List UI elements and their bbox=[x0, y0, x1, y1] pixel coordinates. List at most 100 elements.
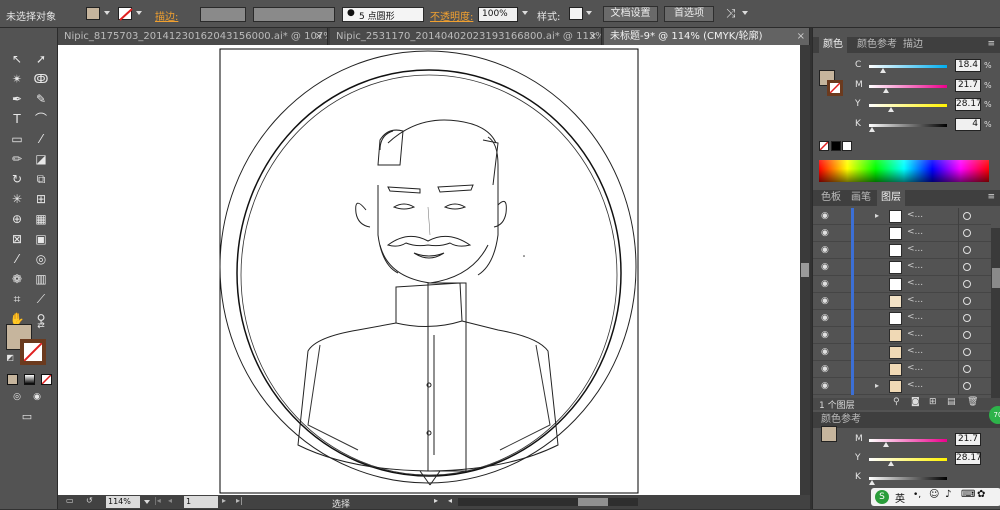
layer-row[interactable]: ◉ <... bbox=[813, 259, 991, 276]
slice-tool-icon[interactable]: ⟋ bbox=[30, 290, 52, 308]
stroke-dropdown-arrow[interactable] bbox=[136, 11, 142, 15]
layers-scroll-thumb[interactable] bbox=[992, 268, 1000, 288]
rotate-view-icon[interactable]: ↺ bbox=[86, 496, 93, 505]
variable-width-dropdown[interactable] bbox=[253, 7, 335, 22]
bottom-k-thumb[interactable] bbox=[869, 480, 876, 485]
tab-color-guide[interactable]: 颜色参考 bbox=[853, 37, 901, 53]
tab-layers[interactable]: 图层 bbox=[877, 190, 905, 206]
close-icon[interactable]: × bbox=[797, 28, 805, 45]
tab-document-1[interactable]: Nipic_8175703_20141230162043156000.ai* @… bbox=[58, 28, 328, 45]
bottom-fill-swatch[interactable] bbox=[821, 426, 837, 442]
new-layer-icon[interactable]: ▤ bbox=[947, 397, 956, 407]
layer-row[interactable]: ◉ <... bbox=[813, 344, 991, 361]
none-swatch[interactable] bbox=[819, 141, 829, 151]
tab-document-active[interactable]: 未标题-9* @ 114% (CMYK/轮廓) × bbox=[604, 28, 810, 45]
layer-row[interactable]: ◉ <... bbox=[813, 293, 991, 310]
target-icon[interactable] bbox=[963, 212, 971, 220]
blend-tool-icon[interactable]: ◎ bbox=[30, 250, 52, 268]
swap-colors-icon[interactable]: ⇄ bbox=[34, 320, 48, 332]
layer-name[interactable]: <... bbox=[907, 227, 923, 237]
arrange-dropdown-arrow[interactable] bbox=[742, 11, 748, 15]
layer-row[interactable]: ◉ <... bbox=[813, 225, 991, 242]
last-page-icon[interactable]: ▸| bbox=[236, 496, 243, 505]
ime-keyboard-icon[interactable]: ⌨ bbox=[961, 489, 975, 500]
layer-row[interactable]: ◉ ▸ <... bbox=[813, 378, 991, 395]
layer-row[interactable]: ◉ ▸ <... bbox=[813, 208, 991, 225]
y-slider[interactable] bbox=[869, 104, 947, 107]
none-mode-icon[interactable] bbox=[41, 374, 52, 385]
layers-menu-icon[interactable]: ≡ bbox=[987, 192, 995, 202]
clipping-mask-icon[interactable]: ◙ bbox=[911, 397, 920, 407]
layer-name[interactable]: <... bbox=[907, 278, 923, 288]
eyedropper-tool-icon[interactable]: ⁄ bbox=[6, 250, 28, 268]
panel-menu-icon[interactable]: ≡ bbox=[987, 39, 995, 49]
black-swatch[interactable] bbox=[831, 141, 841, 151]
eye-icon[interactable]: ◉ bbox=[821, 313, 831, 323]
stroke-weight-field[interactable] bbox=[200, 7, 246, 22]
horizontal-scrollbar[interactable] bbox=[458, 498, 638, 506]
tab-swatches[interactable]: 色板 bbox=[817, 190, 845, 206]
ime-skin-icon[interactable]: ✿ bbox=[977, 489, 985, 500]
m-slider-thumb[interactable] bbox=[882, 88, 889, 93]
target-icon[interactable] bbox=[963, 382, 971, 390]
warp-tool-icon[interactable]: ✳ bbox=[6, 190, 28, 208]
ime-punctuation-icon[interactable]: •, bbox=[913, 490, 921, 500]
opacity-label[interactable]: 不透明度: bbox=[430, 8, 473, 23]
c-slider-thumb[interactable] bbox=[880, 68, 887, 73]
color-mode-icon[interactable] bbox=[7, 374, 18, 385]
scale-tool-icon[interactable]: ⧉ bbox=[30, 170, 52, 188]
expand-arrow-icon[interactable]: ▸ bbox=[875, 381, 879, 390]
stroke-color-box[interactable] bbox=[20, 339, 46, 365]
layer-name[interactable]: <... bbox=[907, 312, 923, 322]
screen-mode-icon[interactable]: ▭ bbox=[16, 408, 38, 426]
eye-icon[interactable]: ◉ bbox=[821, 381, 831, 391]
brush-dropdown[interactable]: ● 5 点圆形 bbox=[342, 7, 424, 22]
tab-document-2[interactable]: Nipic_2531170_20140402023193166800.ai* @… bbox=[330, 28, 602, 45]
opacity-field[interactable]: 100% bbox=[478, 7, 518, 22]
layer-row[interactable]: ◉ <... bbox=[813, 310, 991, 327]
c-value-field[interactable]: 18.4 bbox=[955, 59, 981, 72]
style-dropdown-arrow[interactable] bbox=[586, 11, 592, 15]
target-icon[interactable] bbox=[963, 297, 971, 305]
layer-row[interactable]: ◉ <... bbox=[813, 276, 991, 293]
next-page-icon[interactable]: ▸ bbox=[222, 496, 226, 505]
k-slider-thumb[interactable] bbox=[869, 127, 876, 132]
layer-name[interactable]: <... bbox=[907, 210, 923, 220]
color-panel-stroke[interactable] bbox=[827, 80, 843, 96]
opacity-arrow[interactable] bbox=[522, 11, 528, 15]
bottom-k-slider[interactable] bbox=[869, 477, 947, 480]
k-value-field[interactable]: 4 bbox=[955, 118, 981, 131]
expand-arrow-icon[interactable]: ▸ bbox=[875, 211, 879, 220]
canvas[interactable] bbox=[58, 45, 800, 495]
tab-stroke[interactable]: 描边 bbox=[899, 37, 927, 53]
arc-tool-icon[interactable]: ⌒ bbox=[30, 110, 52, 128]
target-icon[interactable] bbox=[963, 365, 971, 373]
eye-icon[interactable]: ◉ bbox=[821, 296, 831, 306]
layer-name[interactable]: <... bbox=[907, 380, 923, 390]
layer-name[interactable]: <... bbox=[907, 363, 923, 373]
eye-icon[interactable]: ◉ bbox=[821, 262, 831, 272]
fill-swatch[interactable] bbox=[86, 7, 100, 20]
bottom-m-thumb[interactable] bbox=[882, 442, 889, 447]
m-value-field[interactable]: 21.7 bbox=[955, 79, 981, 92]
default-colors-icon[interactable]: ◩ bbox=[4, 352, 16, 364]
zoom-dropdown-arrow[interactable] bbox=[144, 500, 150, 504]
mode-arrow-icon[interactable]: ▸ bbox=[434, 496, 438, 505]
ime-voice-icon[interactable]: ♪ bbox=[945, 489, 951, 500]
m-slider[interactable] bbox=[869, 85, 947, 88]
tab-color[interactable]: 颜色 bbox=[819, 37, 847, 53]
layer-row[interactable]: ◉ <... bbox=[813, 361, 991, 378]
close-icon[interactable]: × bbox=[589, 28, 597, 45]
delete-layer-icon[interactable]: 🗑 bbox=[967, 397, 978, 407]
bottom-m-value[interactable]: 21.7 bbox=[955, 433, 981, 446]
curvature-tool-icon[interactable]: ✎ bbox=[30, 90, 52, 108]
white-swatch[interactable] bbox=[842, 141, 852, 151]
bottom-m-slider[interactable] bbox=[869, 439, 947, 442]
eye-icon[interactable]: ◉ bbox=[821, 211, 831, 221]
eye-icon[interactable]: ◉ bbox=[821, 228, 831, 238]
type-tool-icon[interactable]: T bbox=[6, 110, 28, 128]
eraser-tool-icon[interactable]: ◪ bbox=[30, 150, 52, 168]
horizontal-scroll-thumb[interactable] bbox=[578, 498, 608, 506]
pen-tool-icon[interactable]: ✒ bbox=[6, 90, 28, 108]
rotate-tool-icon[interactable]: ↻ bbox=[6, 170, 28, 188]
